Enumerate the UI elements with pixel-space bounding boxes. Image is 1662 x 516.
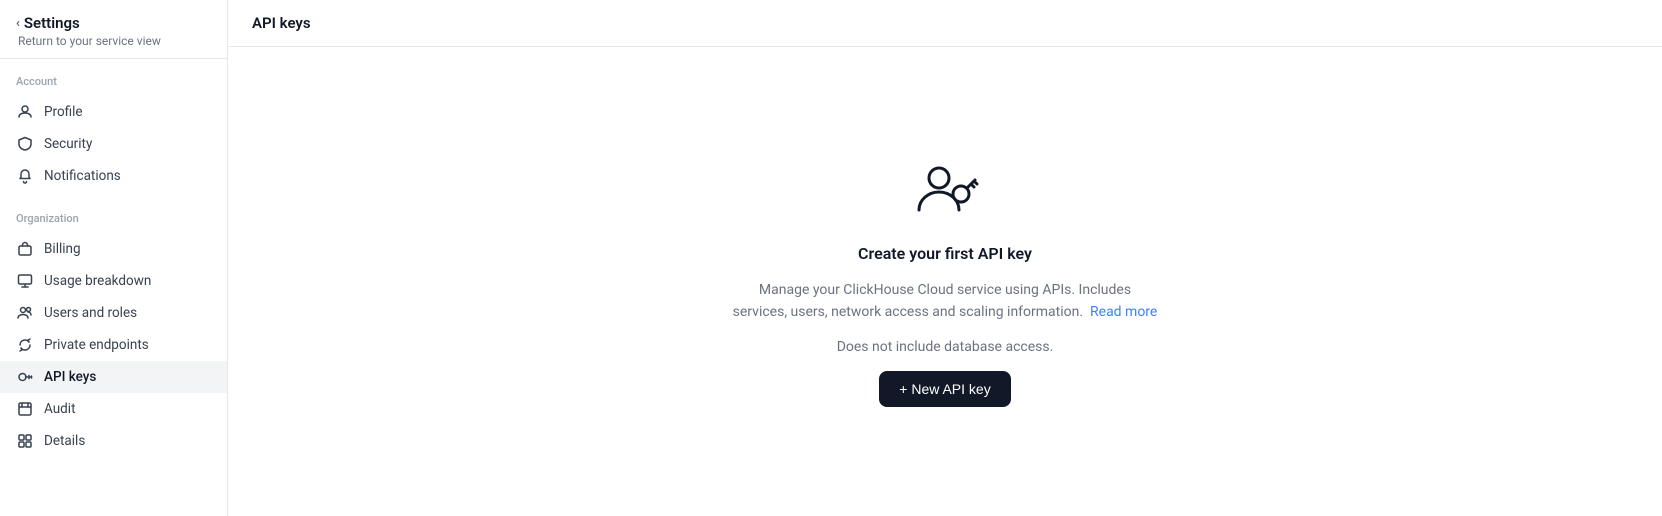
back-arrow-icon: ‹	[16, 16, 20, 31]
grid-icon	[16, 432, 34, 450]
main-body: Create your first API key Manage your Cl…	[228, 47, 1662, 516]
sidebar-item-security[interactable]: Security	[0, 128, 227, 160]
account-section: Account Profile Security	[0, 59, 227, 196]
sidebar-item-private-endpoints[interactable]: Private endpoints	[0, 329, 227, 361]
api-icon	[16, 368, 34, 386]
sidebar-item-label-security: Security	[44, 136, 92, 152]
organization-section: Organization Billing Usage breakdown	[0, 196, 227, 461]
refresh-icon	[16, 336, 34, 354]
sidebar-item-users-and-roles[interactable]: Users and roles	[0, 297, 227, 329]
organization-section-label: Organization	[0, 212, 227, 233]
description-part2: services, users, network access and scal…	[733, 304, 1083, 320]
sidebar: ‹ Settings Return to your service view A…	[0, 0, 228, 516]
sidebar-item-details[interactable]: Details	[0, 425, 227, 457]
page-title: API keys	[252, 14, 1638, 32]
sidebar-item-usage-breakdown[interactable]: Usage breakdown	[0, 265, 227, 297]
sidebar-item-label-billing: Billing	[44, 241, 81, 257]
sidebar-item-label-users: Users and roles	[44, 305, 137, 321]
account-section-label: Account	[0, 75, 227, 96]
sidebar-title: Settings	[24, 14, 80, 32]
sidebar-item-label-api-keys: API keys	[44, 369, 96, 385]
empty-state-note: Does not include database access.	[837, 339, 1054, 355]
sidebar-item-api-keys[interactable]: API keys	[0, 361, 227, 393]
sidebar-item-billing[interactable]: Billing	[0, 233, 227, 265]
user-icon	[16, 103, 34, 121]
users-icon	[16, 304, 34, 322]
sidebar-item-label-private-endpoints: Private endpoints	[44, 337, 149, 353]
empty-state: Create your first API key Manage your Cl…	[733, 156, 1158, 408]
sidebar-item-notifications[interactable]: Notifications	[0, 160, 227, 192]
bag-icon	[16, 240, 34, 258]
description-part1: Manage your ClickHouse Cloud service usi…	[759, 282, 1131, 298]
return-label: Return to your service view	[16, 34, 211, 48]
main-content: API keys Create your first API key Manag…	[228, 0, 1662, 516]
sidebar-item-label-details: Details	[44, 433, 85, 449]
sidebar-item-profile[interactable]: Profile	[0, 96, 227, 128]
shield-icon	[16, 135, 34, 153]
sidebar-header: ‹ Settings Return to your service view	[0, 0, 227, 59]
bell-icon	[16, 167, 34, 185]
monitor-icon	[16, 272, 34, 290]
sidebar-item-label-usage: Usage breakdown	[44, 273, 151, 289]
sidebar-item-label-audit: Audit	[44, 401, 76, 417]
api-key-illustration	[909, 156, 981, 228]
read-more-link[interactable]: Read more	[1090, 304, 1157, 320]
return-to-service-link[interactable]: ‹ Settings	[16, 14, 211, 32]
empty-state-description: Manage your ClickHouse Cloud service usi…	[733, 279, 1158, 324]
sidebar-item-audit[interactable]: Audit	[0, 393, 227, 425]
sidebar-item-label-profile: Profile	[44, 104, 83, 120]
box-icon	[16, 400, 34, 418]
main-header: API keys	[228, 0, 1662, 47]
new-api-key-button[interactable]: + New API key	[879, 371, 1010, 407]
sidebar-item-label-notifications: Notifications	[44, 168, 121, 184]
empty-state-title: Create your first API key	[858, 244, 1032, 263]
